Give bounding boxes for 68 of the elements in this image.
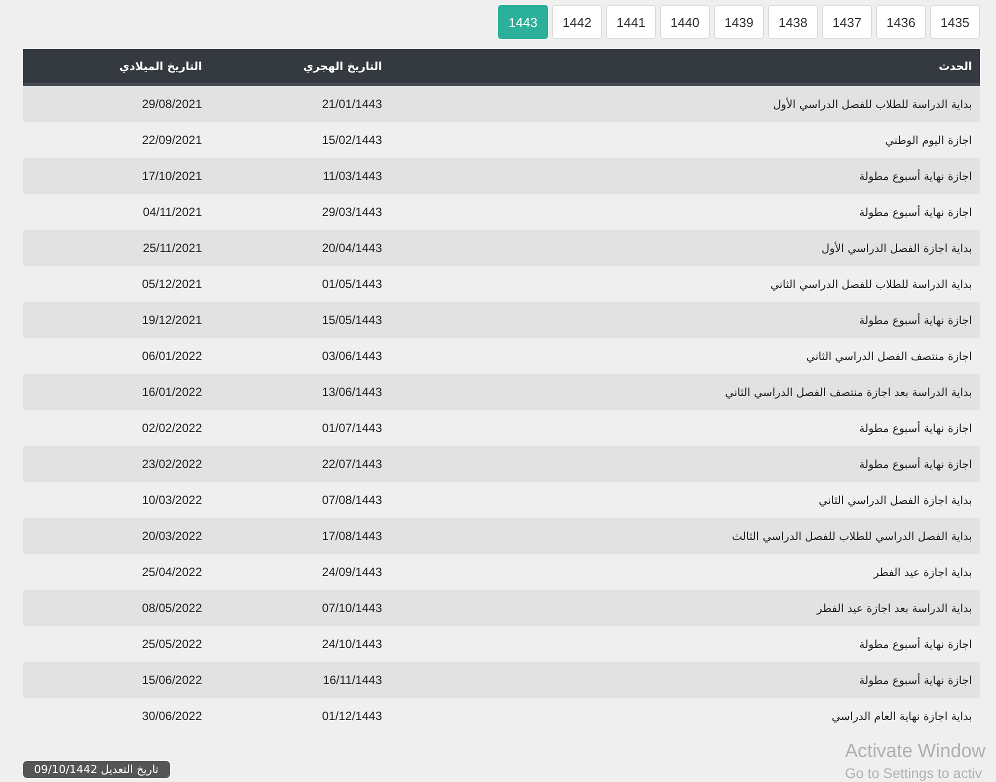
table-cell: 15/02/1443 bbox=[322, 133, 382, 147]
table-cell: 25/11/2021 bbox=[142, 241, 202, 255]
table-cell: 20/03/2022 bbox=[142, 529, 202, 543]
year-tab[interactable]: 1442 bbox=[552, 5, 602, 39]
table-cell: اجازة نهاية أسبوع مطولة bbox=[859, 206, 972, 218]
table-cell: 10/03/2022 bbox=[142, 493, 202, 507]
table-cell: اجازة منتصف الفصل الدراسي الثاني bbox=[806, 350, 972, 362]
table-cell: 15/05/1443 bbox=[322, 313, 382, 327]
table-cell: بداية الدراسة بعد اجازة عيد الفطر bbox=[816, 602, 972, 614]
table-cell: 13/06/1443 bbox=[322, 385, 382, 399]
year-tab[interactable]: 1438 bbox=[768, 5, 818, 39]
table-cell: 02/02/2022 bbox=[142, 421, 202, 435]
table-cell: 06/01/2022 bbox=[142, 349, 202, 363]
table-cell: 22/09/2021 bbox=[142, 133, 202, 147]
table-cell: اجازة نهاية أسبوع مطولة bbox=[859, 458, 972, 470]
table-cell: 20/04/1443 bbox=[322, 241, 382, 255]
table-cell: اجازة نهاية أسبوع مطولة bbox=[859, 422, 972, 434]
table-cell: 03/06/1443 bbox=[322, 349, 382, 363]
activation-notice-text: Go to Settings to activ bbox=[845, 764, 983, 782]
table-cell: 22/07/1443 bbox=[322, 457, 382, 471]
table-cell: بداية اجازة الفصل الدراسي الأول bbox=[821, 242, 972, 254]
table-cell: 29/03/1443 bbox=[322, 205, 382, 219]
table-cell: 17/10/2021 bbox=[142, 169, 202, 183]
table-cell: 24/10/1443 bbox=[322, 637, 382, 651]
table-cell: اجازة نهاية أسبوع مطولة bbox=[859, 638, 972, 650]
activation-notice-title: Activate Window bbox=[845, 740, 986, 764]
year-tab[interactable]: 1439 bbox=[714, 5, 764, 39]
table-cell: بداية الدراسة بعد اجازة منتصف الفصل الدراسي الثاني bbox=[725, 386, 972, 398]
column-header: الحدث bbox=[938, 60, 972, 72]
update-date-label: تاريخ التعديل 09/10/1442 bbox=[23, 761, 170, 778]
table-cell: اجازة اليوم الوطني bbox=[885, 134, 972, 146]
column-header: التاريخ الميلادي bbox=[119, 60, 202, 72]
year-tab[interactable]: 1437 bbox=[822, 5, 872, 39]
table-cell: 01/12/1443 bbox=[322, 709, 382, 723]
year-tab[interactable]: 1435 bbox=[930, 5, 980, 39]
table-cell: 16/01/2022 bbox=[142, 385, 202, 399]
table-cell: 07/10/1443 bbox=[322, 601, 382, 615]
year-tab[interactable]: 1436 bbox=[876, 5, 926, 39]
table-cell: بداية اجازة الفصل الدراسي الثاني bbox=[818, 494, 972, 506]
table-cell: 19/12/2021 bbox=[142, 313, 202, 327]
column-header: التاريخ الهجري bbox=[303, 60, 382, 72]
table-cell: بداية الفصل الدراسي للطلاب للفصل الدراسي الثالث bbox=[732, 530, 972, 542]
table-cell: 05/12/2021 bbox=[142, 277, 202, 291]
table-cell: اجازة نهاية أسبوع مطولة bbox=[859, 170, 972, 182]
table-cell: بداية اجازة نهاية العام الدراسي bbox=[832, 710, 972, 722]
table-cell: 21/01/1443 bbox=[322, 97, 382, 111]
table-cell: 08/05/2022 bbox=[142, 601, 202, 615]
table-cell: 30/06/2022 bbox=[142, 709, 202, 723]
table-cell: 16/11/1443 bbox=[322, 673, 382, 687]
table-cell: 11/03/1443 bbox=[322, 169, 382, 183]
table-cell: 07/08/1443 bbox=[322, 493, 382, 507]
table-cell: 24/09/1443 bbox=[322, 565, 382, 579]
table-cell: 01/07/1443 bbox=[322, 421, 382, 435]
table-cell: 01/05/1443 bbox=[322, 277, 382, 291]
table-cell: 25/04/2022 bbox=[142, 565, 202, 579]
table-cell: 04/11/2021 bbox=[142, 205, 202, 219]
table-cell: 23/02/2022 bbox=[142, 457, 202, 471]
year-tab[interactable]: 1440 bbox=[660, 5, 710, 39]
table-cell: بداية اجازة عيد الفطر bbox=[874, 566, 972, 578]
table-cell: 29/08/2021 bbox=[142, 97, 202, 111]
table-cell: اجازة نهاية أسبوع مطولة bbox=[859, 314, 972, 326]
table-cell: 17/08/1443 bbox=[322, 529, 382, 543]
table-cell: اجازة نهاية أسبوع مطولة bbox=[859, 674, 972, 686]
table-cell: 15/06/2022 bbox=[142, 673, 202, 687]
table-cell: 25/05/2022 bbox=[142, 637, 202, 651]
year-tab[interactable]: 1441 bbox=[606, 5, 656, 39]
table-cell: بداية الدراسة للطلاب للفصل الدراسي الأول bbox=[773, 98, 972, 110]
table-cell: بداية الدراسة للطلاب للفصل الدراسي الثاني bbox=[770, 278, 972, 290]
